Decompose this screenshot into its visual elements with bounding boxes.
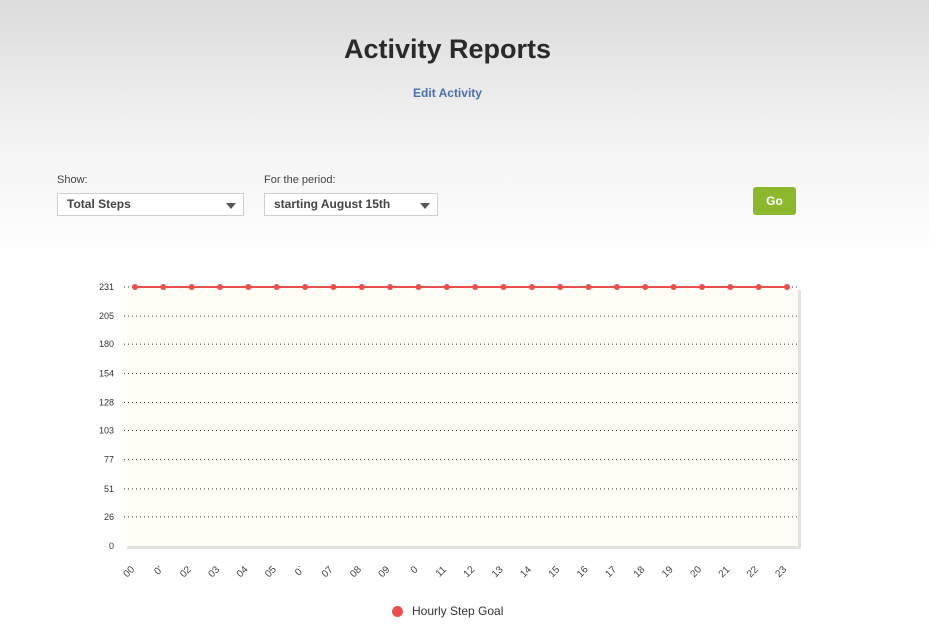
x-tick-label: 08 xyxy=(348,564,364,580)
x-tick-label: 18 xyxy=(632,564,648,580)
x-tick-label: 00 xyxy=(121,564,137,580)
y-tick-label: 26 xyxy=(104,512,114,522)
data-point xyxy=(415,284,422,290)
show-select-value: Total Steps xyxy=(67,197,131,211)
period-label: For the period: xyxy=(264,174,336,186)
data-point xyxy=(387,284,394,290)
data-point xyxy=(727,284,734,290)
data-point xyxy=(500,284,507,290)
y-tick-label: 0 xyxy=(109,541,114,551)
x-tick-label: 11 xyxy=(434,564,449,579)
data-point xyxy=(557,284,564,290)
period-select[interactable]: starting August 15th xyxy=(264,193,438,216)
x-tick-label: 07 xyxy=(320,564,336,580)
data-point xyxy=(330,284,337,290)
activity-chart: 026517710312815418020523100 0' 02 03 04 05 0` 0… xyxy=(99,282,801,580)
x-tick-label: 0` xyxy=(292,564,307,579)
data-point xyxy=(784,284,790,290)
page-title: Activity Reports xyxy=(343,34,552,64)
show-label: Show: xyxy=(57,174,88,186)
x-tick-label: 13 xyxy=(490,564,506,580)
plot-area xyxy=(124,287,798,546)
x-tick-label: 20 xyxy=(688,564,704,580)
y-tick-label: 128 xyxy=(99,397,114,407)
y-tick-label: 180 xyxy=(99,339,114,349)
data-point xyxy=(472,284,479,290)
data-point xyxy=(132,284,138,290)
data-point xyxy=(245,284,252,290)
chart-legend: Hourly Step Goal xyxy=(392,604,503,618)
y-tick-label: 103 xyxy=(99,426,114,436)
y-tick-label: 51 xyxy=(104,484,114,494)
data-point xyxy=(217,284,224,290)
x-tick-label: 15 xyxy=(547,564,563,580)
y-tick-label: 205 xyxy=(99,311,114,321)
show-select[interactable]: Total Steps xyxy=(57,193,244,216)
x-tick-label: 22 xyxy=(745,564,761,580)
data-point xyxy=(755,284,762,290)
x-tick-label: 19 xyxy=(660,564,676,580)
data-point xyxy=(642,284,649,290)
data-point xyxy=(698,284,705,290)
data-point xyxy=(613,284,620,290)
edit-activity-link[interactable]: Edit Activity xyxy=(0,86,895,100)
x-tick-label: 0 xyxy=(409,564,421,576)
x-tick-label: 21 xyxy=(717,564,733,580)
x-tick-label: 02 xyxy=(178,564,194,580)
go-button[interactable]: Go xyxy=(753,187,796,215)
data-point xyxy=(302,284,309,290)
data-point xyxy=(528,284,535,290)
x-tick-label: 23 xyxy=(773,564,789,580)
x-tick-label: 14 xyxy=(518,564,534,580)
period-select-value: starting August 15th xyxy=(274,197,391,211)
y-tick-label: 77 xyxy=(104,455,114,465)
data-point xyxy=(160,284,167,290)
data-point xyxy=(273,284,280,290)
x-tick-label: 09 xyxy=(377,564,393,580)
data-point xyxy=(358,284,365,290)
x-tick-label: 16 xyxy=(575,564,591,580)
y-tick-label: 231 xyxy=(99,282,114,292)
chevron-down-icon xyxy=(420,203,430,209)
x-tick-label: 04 xyxy=(235,564,251,580)
x-tick-label: 12 xyxy=(462,564,478,580)
x-tick-label: 03 xyxy=(207,564,223,580)
y-tick-label: 154 xyxy=(99,368,114,378)
x-tick-label: 05 xyxy=(263,564,279,580)
data-point xyxy=(443,284,450,290)
x-tick-label: 0' xyxy=(152,564,165,577)
chevron-down-icon xyxy=(226,203,236,209)
x-tick-label: 17 xyxy=(603,564,619,580)
data-point xyxy=(188,284,195,290)
data-point xyxy=(585,284,592,290)
legend-marker xyxy=(392,605,403,617)
legend-label: Hourly Step Goal xyxy=(412,604,504,618)
data-point xyxy=(670,284,677,290)
